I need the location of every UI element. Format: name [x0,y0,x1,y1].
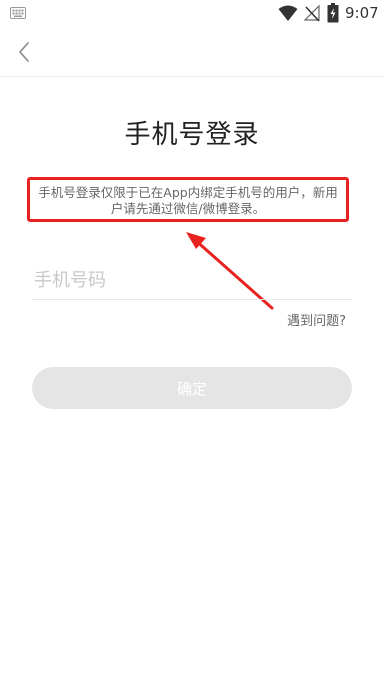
back-chevron-icon[interactable] [10,38,38,66]
phone-number-input[interactable] [32,262,352,300]
help-link[interactable]: 遇到问题? [287,310,346,329]
confirm-button[interactable]: 确定 [32,367,352,409]
wifi-icon [278,5,298,21]
status-bar: 9:07 [0,0,384,26]
page-title: 手机号登录 [124,120,260,150]
no-signal-icon [304,4,320,22]
notice-highlight-box: 手机号登录仅限于已在App内绑定手机号的用户，新用户请先通过微信/微博登录。 [27,177,349,222]
battery-charging-icon [327,3,339,23]
status-time: 9:07 [345,4,379,22]
keyboard-icon [10,7,26,19]
notice-text: 手机号登录仅限于已在App内绑定手机号的用户，新用户请先通过微信/微博登录。 [38,185,338,216]
login-screen: 9:07 手机号登录 手机号登录仅限于已在App内绑定手机号的用户，新用户请先通… [0,0,384,682]
nav-bar [0,26,384,77]
